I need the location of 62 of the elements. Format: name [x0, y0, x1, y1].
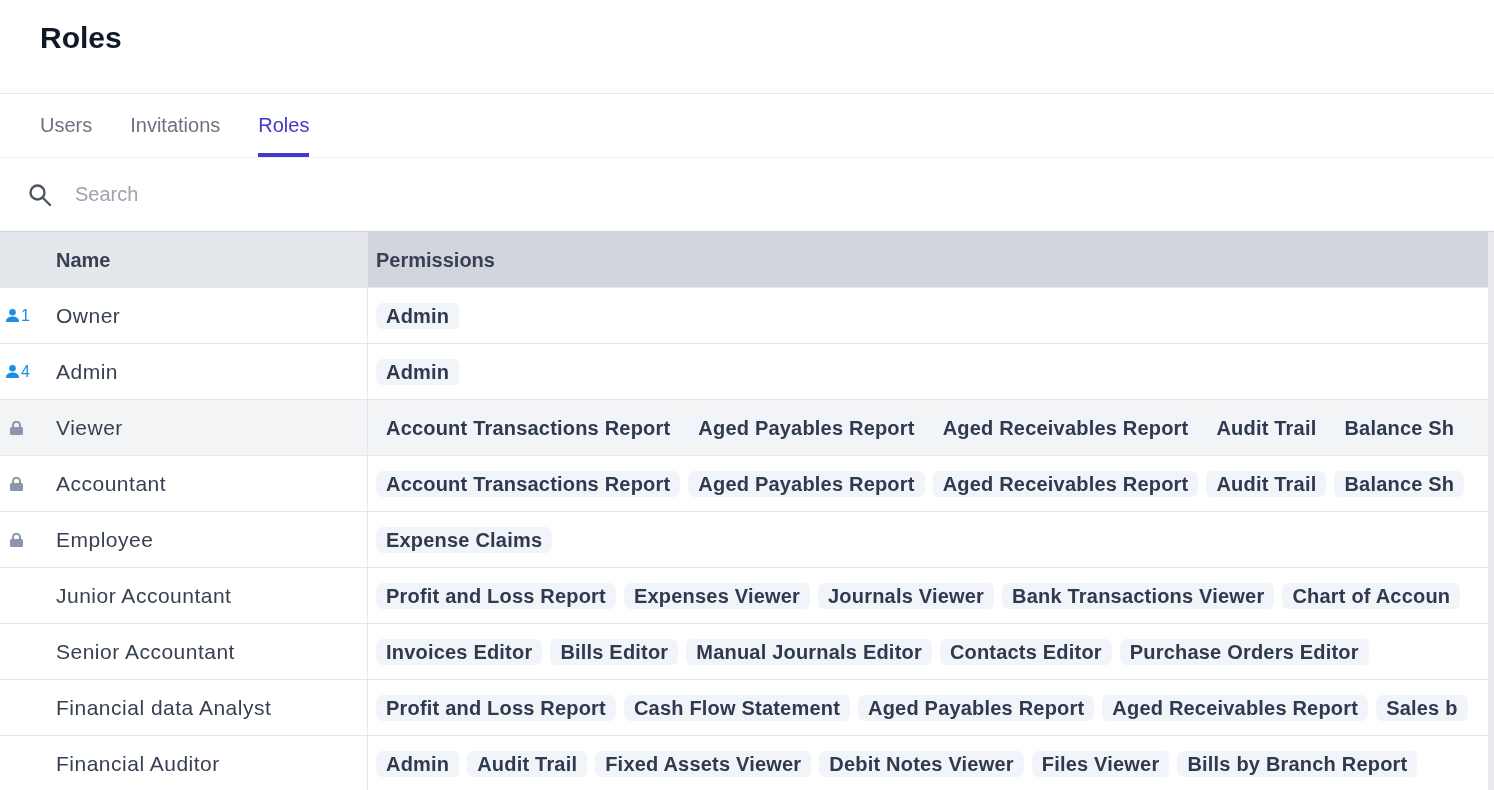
lock-icon	[10, 532, 23, 547]
tab[interactable]: Roles	[258, 94, 310, 157]
permission-tag: Cash Flow Statement	[623, 694, 851, 721]
user-icon	[6, 309, 19, 322]
permission-tag: Profit and Loss Report	[376, 582, 616, 609]
lock-icon	[10, 476, 23, 491]
permission-tag: Sales b	[1376, 694, 1468, 721]
permission-tag: Purchase Orders Editor	[1119, 638, 1369, 665]
column-header[interactable]: Name	[0, 232, 368, 287]
permission-tag: Contacts Editor	[939, 638, 1112, 665]
permission-tag: Account Transactions Report	[376, 470, 681, 497]
scrollbar[interactable]	[1488, 232, 1494, 790]
permission-tag: Expenses Viewer	[623, 582, 811, 609]
role-name: Senior Accountant	[56, 638, 235, 665]
role-name: Viewer	[56, 414, 123, 441]
permission-tag: Admin	[376, 358, 460, 385]
permission-tag: Bills Editor	[550, 638, 679, 665]
permission-tag: Admin	[376, 750, 460, 777]
permission-tag: Files Viewer	[1031, 750, 1170, 777]
permission-tag: Audit Trail	[1206, 470, 1327, 497]
permission-tag: Manual Journals Editor	[686, 638, 932, 665]
role-name: Admin	[56, 358, 119, 385]
tab[interactable]: Invitations	[130, 94, 221, 157]
permission-tag: Profit and Loss Report	[376, 694, 616, 721]
role-name: Junior Accountant	[56, 582, 232, 609]
column-header[interactable]: Permissions	[368, 232, 1488, 287]
search-field[interactable]: Search	[75, 174, 675, 215]
permission-tag: Debit Notes Viewer	[819, 750, 1024, 777]
table-row[interactable]: Accountant Account Transactions Report Aged Payables Report Aged Receivables Report Audit Trail Balance Sh	[0, 456, 1488, 512]
role-name: Employee	[56, 526, 154, 553]
permission-tag: Aged Payables Report	[688, 470, 925, 497]
permission-tag: Aged Receivables Report	[932, 470, 1199, 497]
permission-tag: Expense Claims	[376, 526, 553, 553]
permission-tag: Aged Payables Report	[858, 694, 1095, 721]
page-title: Roles	[40, 20, 122, 56]
table-row[interactable]: Financial data Analyst Profit and Loss Report Cash Flow Statement Aged Payables Report Aged Receivables Report Sales b	[0, 680, 1488, 736]
role-name: Financial data Analyst	[56, 694, 272, 721]
table-row[interactable]: Senior Accountant Invoices Editor Bills Editor Manual Journals Editor Contacts Editor Purchase Orders Editor	[0, 624, 1488, 680]
user-count: 4	[21, 361, 30, 382]
table-row[interactable]: Junior Accountant Profit and Loss Report Expenses Viewer Journals Viewer Bank Transactions Viewer Chart of Accoun	[0, 568, 1488, 624]
permission-tag: Bank Transactions Viewer	[1002, 582, 1275, 609]
permission-tag: Journals Viewer	[818, 582, 995, 609]
search-icon	[28, 182, 52, 207]
permission-tag: Admin	[376, 302, 460, 329]
table-row[interactable]: 1 Owner Admin	[0, 288, 1488, 344]
permission-tag: Chart of Accoun	[1282, 582, 1461, 609]
tab[interactable]: Users	[40, 94, 93, 157]
permission-tag: Bills by Branch Report	[1177, 750, 1418, 777]
table-row[interactable]: Viewer Account Transactions Report Aged Payables Report Aged Receivables Report Audit Trail Balance Sh	[0, 400, 1488, 456]
permission-tag: Audit Trail	[467, 750, 588, 777]
user-count: 1	[21, 305, 30, 326]
lock-icon	[10, 420, 23, 435]
role-name: Financial Auditor	[56, 750, 220, 777]
role-name: Owner	[56, 302, 121, 329]
table-row[interactable]: Employee Expense Claims	[0, 512, 1488, 568]
table-row[interactable]: 4 Admin Admin	[0, 344, 1488, 400]
permission-tag: Balance Sh	[1334, 470, 1465, 497]
permission-tag: Invoices Editor	[376, 638, 543, 665]
permission-tag: Aged Receivables Report	[1102, 694, 1369, 721]
permission-tag: Fixed Assets Viewer	[595, 750, 812, 777]
role-name: Accountant	[56, 470, 167, 497]
user-icon	[6, 365, 19, 378]
